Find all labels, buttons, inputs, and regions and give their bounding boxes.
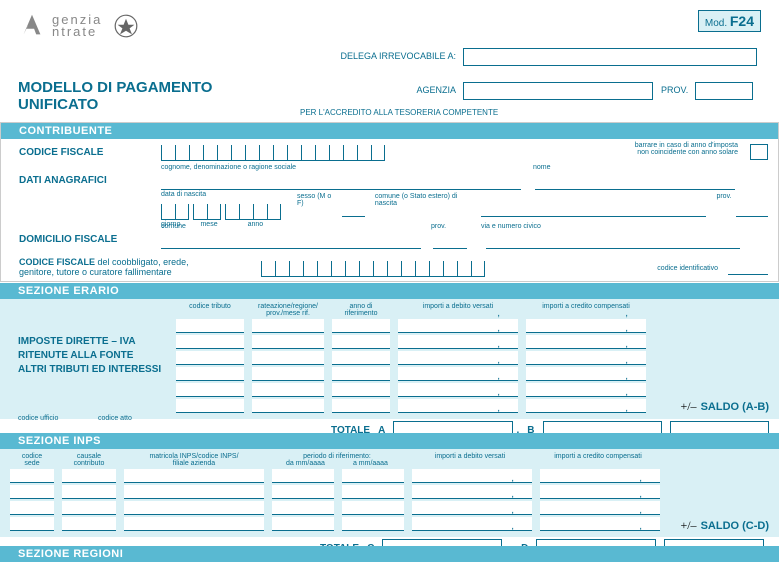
via-input[interactable] [486,235,740,249]
title-line-1: MODELLO DI PAGAMENTO [18,80,212,97]
nome-input[interactable] [535,176,735,190]
domicilio-fiscale-label: DOMICILIO FISCALE [1,234,161,245]
col-periodo: periodo di riferimento: [272,453,402,460]
barrare-note: barrare in caso di anno d'imposta non co… [635,142,738,156]
inps-row[interactable] [10,469,769,483]
plus-minus-icon: +/– [680,399,696,414]
state-emblem-icon [114,14,138,38]
col-credito-inps: importi a credito compensati [538,453,658,467]
saldo-ab-label: SALDO (A-B) [701,401,769,413]
codice-identificativo-input[interactable] [728,261,768,275]
accredito-note: PER L'ACCREDITO ALLA TESORERIA COMPETENT… [300,108,498,117]
via-label: via e numero civico [481,223,541,230]
agenzia-row: AGENZIA PROV. [300,82,753,100]
col-codice-sede: codice sede [10,453,54,467]
col-debito-inps: importi a debito versati [410,453,530,467]
codice-identificativo-label: codice identificativo [657,265,718,272]
logo-text-2: ntrate [52,26,102,38]
inps-section: SEZIONE INPS codice sede causale contrib… [0,433,779,559]
dom-prov-label: prov. [431,223,446,230]
agency-logo: genzia ntrate [18,12,138,40]
cognome-input[interactable] [161,176,521,190]
col-causale: causale contributo [62,453,116,467]
title-line-2: UNIFICATO [18,97,212,114]
inps-row[interactable] [10,485,769,499]
cf-coobbligato-label: CODICE FISCALE del coobbligato, erede, g… [1,257,261,277]
mod-badge: Mod. F24 [698,10,761,32]
section-inps-bar: SEZIONE INPS [0,433,779,449]
section-contribuente-bar: CONTRIBUENTE [1,123,778,139]
section-regioni-bar: SEZIONE REGIONI [0,546,779,562]
col-matricola: matricola INPS/codice INPS/ filiale azie… [124,453,264,467]
form-title: MODELLO DI PAGAMENTO UNIFICATO [18,80,212,113]
erario-descriptions: IMPOSTE DIRETTE – IVA RITENUTE ALLA FONT… [18,335,161,377]
inps-row[interactable] [10,517,769,531]
anno-input[interactable] [225,204,281,220]
dati-anagrafici-label: DATI ANAGRAFICI [1,175,161,186]
data-nascita-label: data di nascita [161,191,206,198]
comune-label: comune [161,223,186,230]
section-erario-bar: SEZIONE ERARIO [0,283,779,299]
comune-nascita-input[interactable] [481,203,707,217]
delega-input[interactable] [463,48,757,66]
comune-input[interactable] [161,235,421,249]
col-anno-rif: anno di riferimento [332,303,390,317]
giorno-input[interactable] [161,204,189,220]
agenzia-input[interactable] [463,82,653,100]
col-rateazione: rateazione/regione/ prov./mese rif. [252,303,324,317]
erario-section: SEZIONE ERARIO IMPOSTE DIRETTE – IVA RIT… [0,283,779,441]
codice-fiscale-label: CODICE FISCALE [1,147,161,158]
mod-code: F24 [730,13,754,29]
delega-row: DELEGA IRREVOCABILE A: [300,48,757,66]
col-credito: importi a credito compensati [526,303,646,317]
inps-row[interactable] [10,501,769,515]
prov-nascita-label: prov. [716,193,731,220]
contribuente-section: CONTRIBUENTE CODICE FISCALE barrare in c… [0,122,779,282]
header: genzia ntrate [0,0,779,44]
agenzia-label: AGENZIA [300,85,460,95]
col-codice-tributo: codice tributo [176,303,244,317]
erario-row[interactable] [176,351,769,365]
col-debito: importi a debito versati [398,303,518,317]
prov-label: PROV. [661,85,688,95]
anno-imposta-checkbox[interactable] [750,144,768,160]
plus-minus-icon: +/– [680,518,696,533]
erario-row[interactable] [176,367,769,381]
delega-label: DELEGA IRREVOCABILE A: [300,51,460,61]
erario-row[interactable] [176,335,769,349]
mod-label: Mod. [705,18,727,29]
logo-e-icon [18,12,46,40]
erario-row[interactable] [176,319,769,333]
saldo-cd-label: SALDO (C-D) [701,520,769,532]
sesso-label: sesso (M o F) [297,193,338,220]
cognome-label: cognome, denominazione o ragione sociale [161,164,296,171]
nome-label: nome [533,164,551,171]
erario-row[interactable] [176,383,769,397]
sesso-input[interactable] [342,203,365,217]
mese-input[interactable] [193,204,221,220]
prov-nascita-input[interactable] [736,203,769,217]
regioni-section: SEZIONE REGIONI [0,546,779,562]
prov-input[interactable] [695,82,753,100]
dom-prov-input[interactable] [433,235,467,249]
comune-nascita-label: comune (o Stato estero) di nascita [375,193,477,220]
